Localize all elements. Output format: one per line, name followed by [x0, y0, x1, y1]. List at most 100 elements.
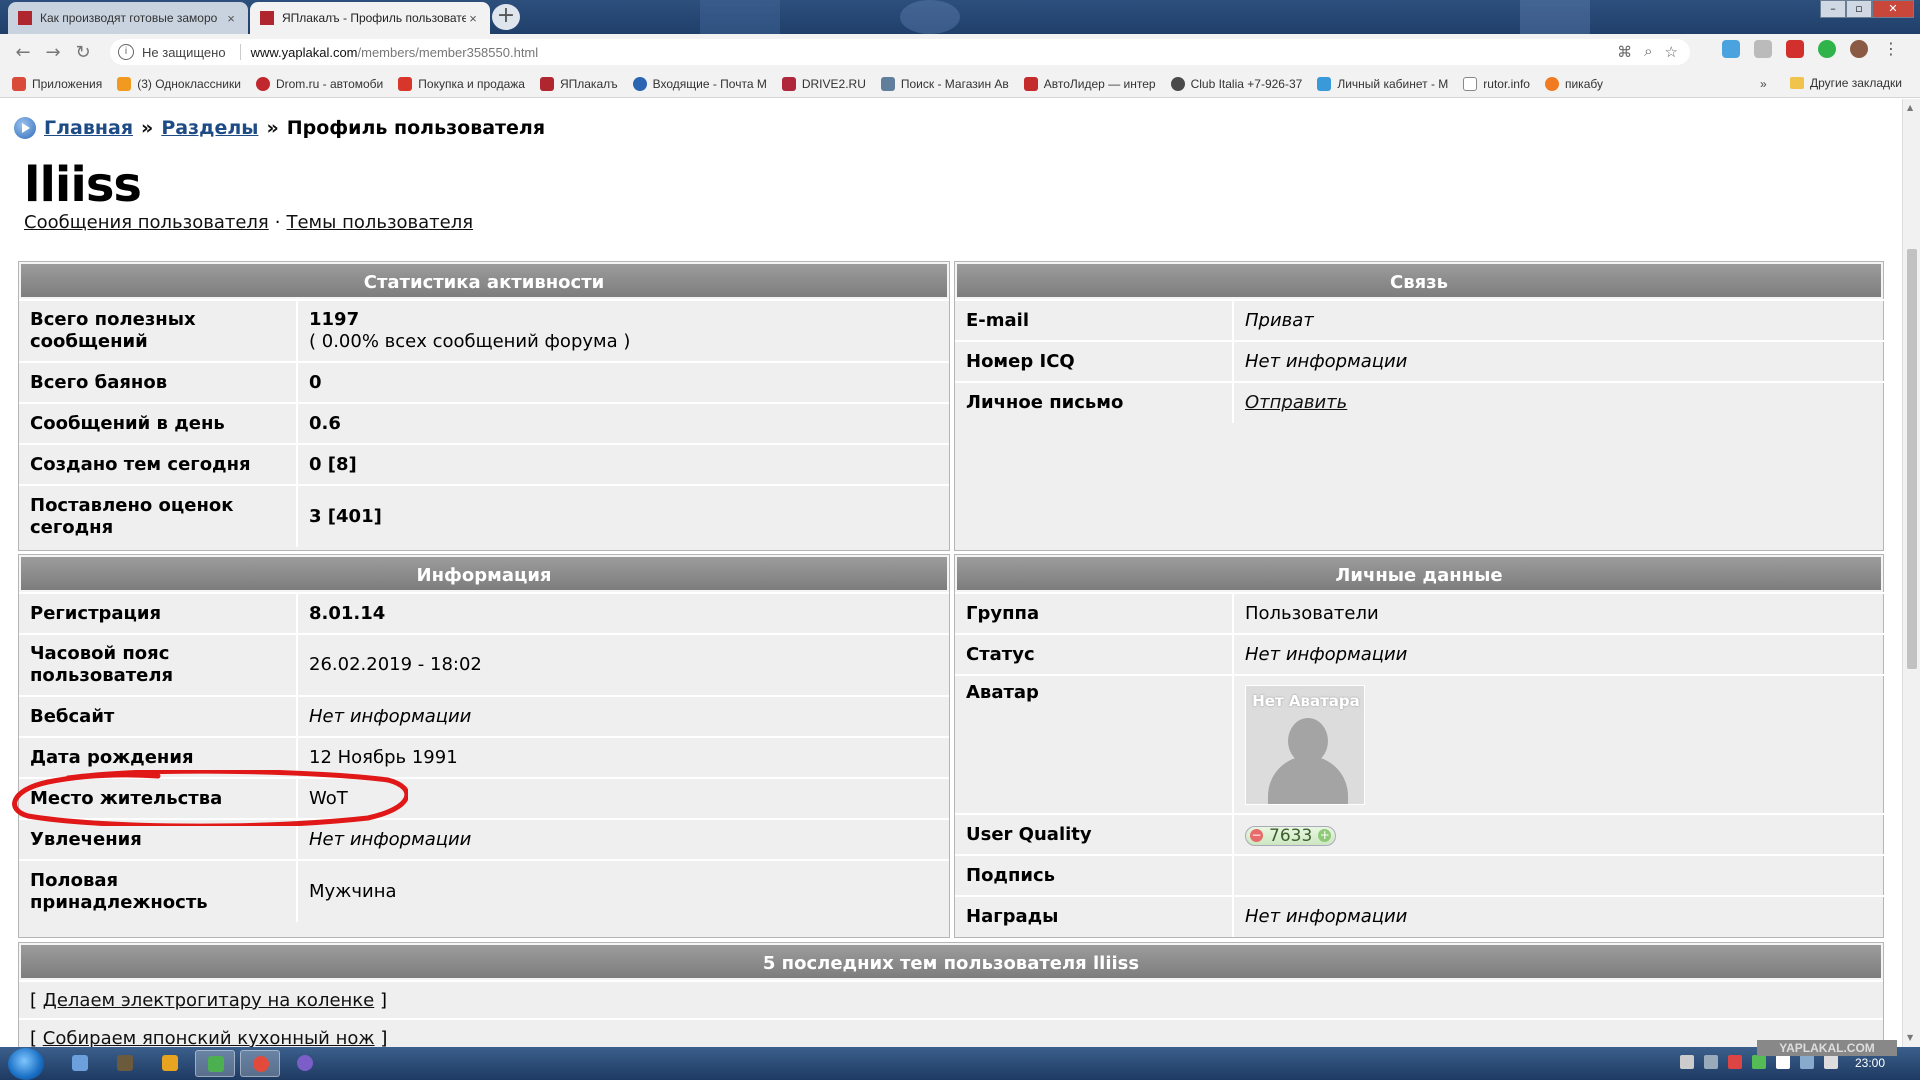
info-icon[interactable]: i	[118, 44, 134, 60]
bookmark-label: ЯПлакалъ	[559, 76, 618, 91]
useful-messages-share: ( 0.00% всех сообщений форума )	[309, 331, 631, 352]
bookmark-label: DRIVE2.RU	[801, 76, 866, 91]
row-label: Дата рождения	[19, 736, 298, 778]
chrome-icon	[253, 1056, 269, 1072]
minimize-window-button[interactable]: –	[1820, 0, 1846, 18]
bookmarks-overflow-button[interactable]: »	[1760, 77, 1767, 91]
bookmark-item[interactable]: ЯПлакалъ	[539, 76, 618, 91]
desktop-background	[900, 0, 960, 34]
flag-icon[interactable]	[1776, 1055, 1790, 1069]
recent-topics-panel: 5 последних тем пользователя lliiss [ Де…	[18, 942, 1884, 1047]
tray-icon[interactable]	[1680, 1055, 1694, 1069]
drive2-icon	[781, 76, 796, 91]
bookmark-label: rutor.info	[1483, 76, 1530, 91]
windows-taskbar: 23:00	[0, 1047, 1920, 1080]
taskbar-item[interactable]	[150, 1050, 190, 1077]
yaplakal-favicon-icon	[18, 11, 32, 25]
shop-icon	[880, 76, 895, 91]
breadcrumb-separator: »	[266, 117, 279, 139]
table-row: Номер ICQ Нет информации	[955, 340, 1885, 382]
close-icon[interactable]: ×	[224, 11, 238, 26]
bookmark-item[interactable]: Входящие - Почта М	[632, 76, 767, 91]
table-row: Статус Нет информации	[955, 633, 1885, 675]
system-tray	[1680, 1055, 1838, 1069]
scroll-down-arrow-icon[interactable]: ▼	[1907, 1033, 1913, 1042]
menu-kebab-icon[interactable]: ⋮	[1882, 40, 1900, 58]
network-icon[interactable]	[1800, 1055, 1814, 1069]
row-label: Статус	[955, 633, 1234, 675]
row-value: 3 [401]	[297, 484, 949, 547]
scrollbar-thumb[interactable]	[1907, 249, 1917, 669]
maximize-window-button[interactable]: ▫	[1846, 0, 1872, 18]
tab-active[interactable]: ЯПлакалъ - Профиль пользовате ×	[250, 2, 490, 34]
extension-icon[interactable]	[1754, 40, 1772, 58]
play-circle-icon	[14, 117, 36, 139]
tray-icon[interactable]	[1752, 1055, 1766, 1069]
user-quality-score: 7633	[1269, 825, 1313, 846]
reload-icon[interactable]: ↻	[68, 42, 98, 63]
forward-arrow-icon[interactable]: →	[38, 42, 68, 63]
clock[interactable]: 23:00	[1855, 1056, 1885, 1070]
taskbar-item[interactable]	[195, 1050, 235, 1077]
breadcrumb-separator: »	[141, 117, 154, 139]
extension-icon[interactable]	[1786, 40, 1804, 58]
downvote-button[interactable]: −	[1250, 829, 1263, 843]
page-scrollbar[interactable]: ▲ ▼	[1902, 99, 1920, 1047]
topic-link[interactable]: Делаем электрогитару на коленке	[43, 990, 374, 1011]
avatar[interactable]	[1850, 40, 1868, 58]
bookmark-label: Личный кабинет - М	[1337, 76, 1449, 91]
information-panel: Информация Регистрация 8.01.14 Часовой п…	[18, 554, 950, 938]
bookmark-item[interactable]: Club Italia +7-926-37	[1170, 76, 1302, 91]
back-arrow-icon[interactable]: ←	[8, 42, 38, 63]
tab-title: ЯПлакалъ - Профиль пользовате	[282, 11, 466, 25]
send-private-message-link[interactable]: Отправить	[1245, 392, 1347, 413]
bookmark-item[interactable]: пикабу	[1544, 76, 1603, 91]
new-tab-button[interactable]: +	[492, 4, 520, 30]
user-messages-link[interactable]: Сообщения пользователя	[24, 212, 269, 233]
taskbar-item[interactable]	[60, 1050, 100, 1077]
globe-icon	[1170, 76, 1185, 91]
bookmark-item[interactable]: rutor.info	[1463, 76, 1530, 91]
other-bookmarks-folder[interactable]: Другие закладки	[1790, 76, 1902, 90]
row-value: Нет информации	[297, 695, 949, 737]
taskbar-item[interactable]	[105, 1050, 145, 1077]
tray-icon[interactable]	[1728, 1055, 1742, 1069]
yaplakal-favicon-icon	[539, 76, 554, 91]
bookmark-item[interactable]: Поиск - Магазин Ав	[880, 76, 1009, 91]
translate-icon[interactable]: ⌘	[1617, 43, 1632, 61]
user-topics-link[interactable]: Темы пользователя	[286, 212, 473, 233]
zoom-icon[interactable]: ⌕	[1644, 43, 1652, 61]
breadcrumb-home-link[interactable]: Главная	[44, 117, 133, 139]
bookmark-item[interactable]: (3) Одноклассники	[117, 76, 241, 91]
taskbar-item[interactable]	[240, 1050, 280, 1077]
topic-link[interactable]: Собираем японский кухонный нож	[43, 1028, 375, 1047]
row-label: User Quality	[955, 813, 1234, 855]
avito-icon	[398, 76, 413, 91]
bookmark-item[interactable]: Покупка и продажа	[398, 76, 525, 91]
bookmark-item[interactable]: Личный кабинет - М	[1317, 76, 1449, 91]
bookmark-item[interactable]: Drom.ru - автомоби	[255, 76, 383, 91]
close-window-button[interactable]: ✕	[1872, 0, 1914, 18]
close-icon[interactable]: ×	[466, 11, 480, 26]
bookmark-item[interactable]: DRIVE2.RU	[781, 76, 866, 91]
bookmark-item[interactable]: Приложения	[12, 76, 102, 91]
list-item: [ Делаем электрогитару на коленке ]	[19, 980, 1883, 1018]
row-label: Увлечения	[19, 818, 298, 860]
checkmark-icon[interactable]	[1818, 40, 1836, 58]
user-links: Сообщения пользователя · Темы пользователя	[24, 212, 473, 233]
taskbar-item[interactable]	[285, 1050, 325, 1077]
volume-icon[interactable]	[1824, 1055, 1838, 1069]
breadcrumb-sections-link[interactable]: Разделы	[161, 117, 258, 139]
breadcrumb: Главная » Разделы » Профиль пользователя	[14, 117, 545, 139]
windows-start-icon[interactable]	[8, 1048, 44, 1080]
scroll-up-arrow-icon[interactable]: ▲	[1907, 103, 1913, 112]
upvote-button[interactable]: +	[1318, 829, 1332, 843]
bookmark-star-icon[interactable]: ☆	[1665, 43, 1678, 61]
address-bar[interactable]: i Не защищено www.yaplakal.com /members/…	[110, 39, 1690, 65]
row-value	[1233, 854, 1885, 896]
tab-inactive[interactable]: Как производят готовые заморо ×	[8, 2, 248, 34]
row-label: Аватар	[955, 674, 1234, 814]
tray-icon[interactable]	[1704, 1055, 1718, 1069]
extension-icon[interactable]	[1722, 40, 1740, 58]
bookmark-item[interactable]: АвтоЛидер — интер	[1023, 76, 1156, 91]
